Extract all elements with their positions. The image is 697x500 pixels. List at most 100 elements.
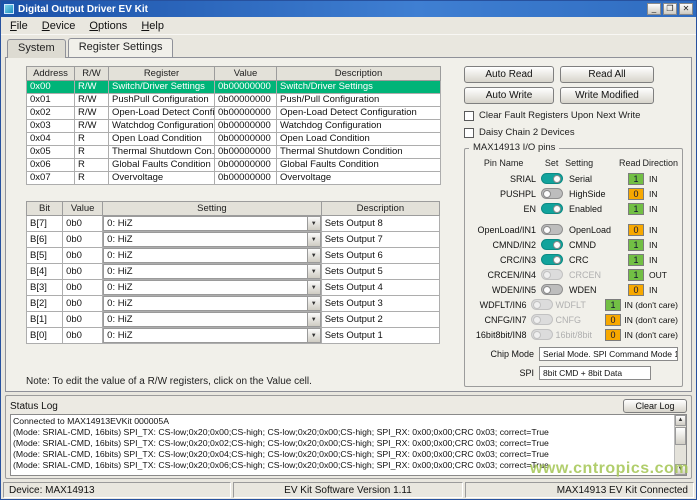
bit-row-0: B[0] 0b0 0: HiZ▼ Sets Output 1: [27, 328, 440, 344]
register-settings-panel: Address R/W Register Value Description 0…: [5, 57, 692, 392]
bitmode-toggle: [531, 329, 553, 340]
close-button[interactable]: ✕: [679, 3, 693, 15]
cell-bit: B[5]: [27, 248, 63, 264]
cell-bit-value: 0b0: [63, 312, 103, 328]
register-row-0x07[interactable]: 0x07 R Overvoltage 0b00000000 Overvoltag…: [27, 172, 441, 185]
pin-row-wdflt-in6: WDFLT/IN6 WDFLT 1 IN (don't care): [469, 297, 678, 312]
scroll-up-icon[interactable]: ▲: [675, 415, 686, 426]
setting-dropdown-b3[interactable]: 0: HiZ▼: [103, 280, 321, 295]
cell-value[interactable]: 0b00000000: [215, 133, 277, 146]
cell-value[interactable]: 0b00000000: [215, 94, 277, 107]
bitmode-read-value: 0: [605, 329, 621, 341]
cell-value[interactable]: 0b00000000: [215, 107, 277, 120]
menu-device[interactable]: Device: [35, 18, 83, 34]
cell-bit-description: Sets Output 5: [321, 264, 439, 280]
read-all-button[interactable]: Read All: [560, 66, 654, 83]
setting-dropdown-b4[interactable]: 0: HiZ▼: [103, 264, 321, 279]
setting-dropdown-b6[interactable]: 0: HiZ▼: [103, 232, 321, 247]
cell-value[interactable]: 0b00000000: [215, 146, 277, 159]
cell-bit: B[2]: [27, 296, 63, 312]
cell-bit-description: Sets Output 7: [321, 232, 439, 248]
clear-fault-checkbox[interactable]: Clear Fault Registers Upon Next Write: [464, 110, 683, 121]
scrollbar-thumb[interactable]: [675, 427, 686, 445]
chip-mode-label: Chip Mode: [469, 349, 539, 359]
menu-options[interactable]: Options: [82, 18, 134, 34]
cell-value[interactable]: 0b00000000: [215, 172, 277, 185]
cell-address: 0x02: [27, 107, 75, 120]
cell-value[interactable]: 0b00000000: [215, 81, 277, 94]
pin-row-cmnd-in2: CMND/IN2 CMND 1 IN: [469, 237, 678, 252]
cell-value[interactable]: 0b00000000: [215, 120, 277, 133]
cell-bit-description: Sets Output 4: [321, 280, 439, 296]
minimize-button[interactable]: _: [647, 3, 661, 15]
menubar: File Device Options Help: [1, 17, 696, 35]
setting-dropdown-b7[interactable]: 0: HiZ▼: [103, 216, 321, 231]
cell-bit: B[0]: [27, 328, 63, 344]
app-icon: [4, 4, 14, 14]
pin-row-pushpl: PUSHPL HighSide 0 IN: [469, 186, 678, 201]
register-header-register: Register: [109, 67, 215, 81]
register-row-0x06[interactable]: 0x06 R Global Faults Condition 0b0000000…: [27, 159, 441, 172]
clear-log-button[interactable]: Clear Log: [623, 399, 687, 413]
dropdown-arrow-icon: ▼: [307, 329, 320, 342]
register-row-0x05[interactable]: 0x05 R Thermal Shutdown Con... 0b0000000…: [27, 146, 441, 159]
cell-bit-value: 0b0: [63, 264, 103, 280]
setting-dropdown-b2[interactable]: 0: HiZ▼: [103, 296, 321, 311]
openload-toggle[interactable]: [541, 224, 563, 235]
spi-label: SPI: [469, 368, 539, 378]
maximize-button[interactable]: ❐: [663, 3, 677, 15]
register-row-0x04[interactable]: 0x04 R Open Load Condition 0b00000000 Op…: [27, 133, 441, 146]
en-read-value: 1: [628, 203, 644, 215]
pushpl-toggle[interactable]: [541, 188, 563, 199]
cmnd-toggle[interactable]: [541, 239, 563, 250]
setting-dropdown-b5[interactable]: 0: HiZ▼: [103, 248, 321, 263]
crcen-toggle: [541, 269, 563, 280]
cell-bit-description: Sets Output 2: [321, 312, 439, 328]
wdflt-toggle: [531, 299, 553, 310]
register-row-0x01[interactable]: 0x01 R/W PushPull Configuration 0b000000…: [27, 94, 441, 107]
write-modified-button[interactable]: Write Modified: [560, 87, 654, 104]
spi-value: 8bit CMD + 8bit Data: [539, 366, 651, 380]
tab-register-settings[interactable]: Register Settings: [68, 38, 174, 57]
setting-dropdown-b1[interactable]: 0: HiZ▼: [103, 312, 321, 327]
register-table: Address R/W Register Value Description 0…: [26, 66, 441, 185]
register-row-0x03[interactable]: 0x03 R/W Watchdog Configuration 0b000000…: [27, 120, 441, 133]
scrollbar-track[interactable]: [675, 426, 686, 464]
daisy-chain-checkbox[interactable]: Daisy Chain 2 Devices: [464, 127, 683, 138]
checkbox-icon: [464, 111, 474, 121]
tab-container: System Register Settings Address R/W Reg…: [1, 35, 696, 392]
cell-register: Watchdog Configuration: [109, 120, 215, 133]
dropdown-arrow-icon: ▼: [307, 297, 320, 310]
crc-toggle[interactable]: [541, 254, 563, 265]
cell-description: Open-Load Detect Configuration: [277, 107, 441, 120]
status-bar: Device: MAX14913 EV Kit Software Version…: [1, 481, 696, 499]
setting-dropdown-b0[interactable]: 0: HiZ▼: [103, 328, 321, 343]
cell-description: Switch/Driver Settings: [277, 81, 441, 94]
bit-row-4: B[4] 0b0 0: HiZ▼ Sets Output 5: [27, 264, 440, 280]
bit-row-3: B[3] 0b0 0: HiZ▼ Sets Output 4: [27, 280, 440, 296]
register-row-0x00[interactable]: 0x00 R/W Switch/Driver Settings 0b000000…: [27, 81, 441, 94]
register-row-0x02[interactable]: 0x02 R/W Open-Load Detect Confi... 0b000…: [27, 107, 441, 120]
cell-address: 0x06: [27, 159, 75, 172]
pushpl-read-value: 0: [628, 188, 644, 200]
auto-write-button[interactable]: Auto Write: [464, 87, 554, 104]
dropdown-arrow-icon: ▼: [307, 217, 320, 230]
en-toggle[interactable]: [541, 203, 563, 214]
wden-toggle[interactable]: [541, 284, 563, 295]
cell-rw: R: [75, 159, 109, 172]
tab-system[interactable]: System: [7, 39, 66, 58]
cell-bit-value: 0b0: [63, 328, 103, 344]
menu-file[interactable]: File: [3, 18, 35, 34]
menu-help[interactable]: Help: [134, 18, 171, 34]
dropdown-arrow-icon: ▼: [307, 265, 320, 278]
edit-note: Note: To edit the value of a R/W registe…: [26, 376, 454, 387]
bit-row-5: B[5] 0b0 0: HiZ▼ Sets Output 6: [27, 248, 440, 264]
cell-rw: R: [75, 172, 109, 185]
cell-register: Open-Load Detect Confi...: [109, 107, 215, 120]
cell-rw: R/W: [75, 81, 109, 94]
cell-value[interactable]: 0b00000000: [215, 159, 277, 172]
srial-toggle[interactable]: [541, 173, 563, 184]
openload-read-value: 0: [628, 224, 644, 236]
auto-read-button[interactable]: Auto Read: [464, 66, 554, 83]
cell-description: Thermal Shutdown Condition: [277, 146, 441, 159]
